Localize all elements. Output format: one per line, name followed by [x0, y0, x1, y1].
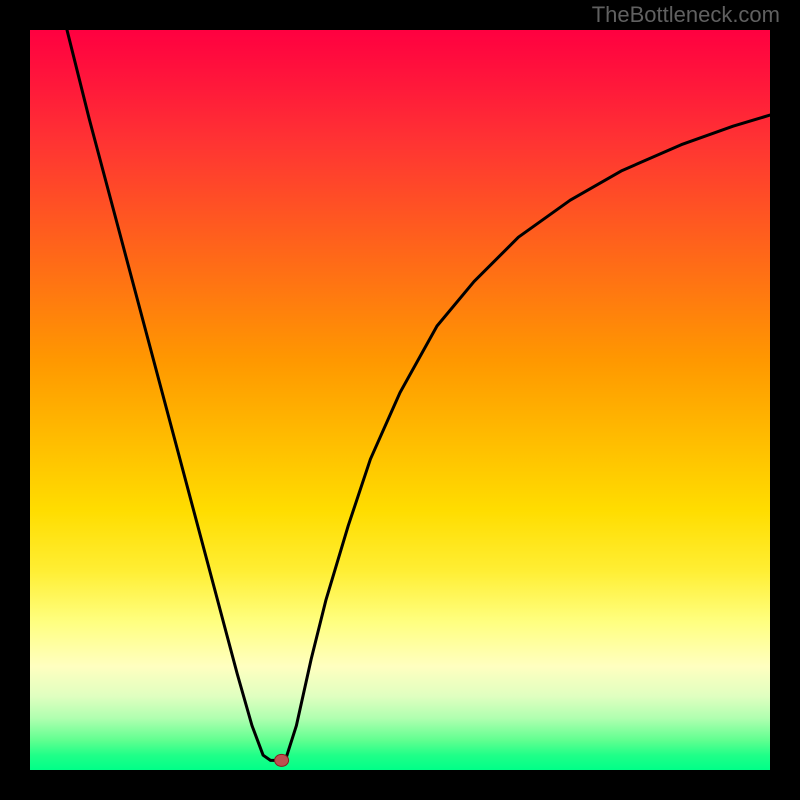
- chart-curve-svg: [30, 30, 770, 770]
- chart-plot-area: [30, 30, 770, 770]
- attribution-text: TheBottleneck.com: [592, 2, 780, 28]
- optimal-point-marker: [275, 754, 289, 766]
- bottleneck-curve: [67, 30, 770, 760]
